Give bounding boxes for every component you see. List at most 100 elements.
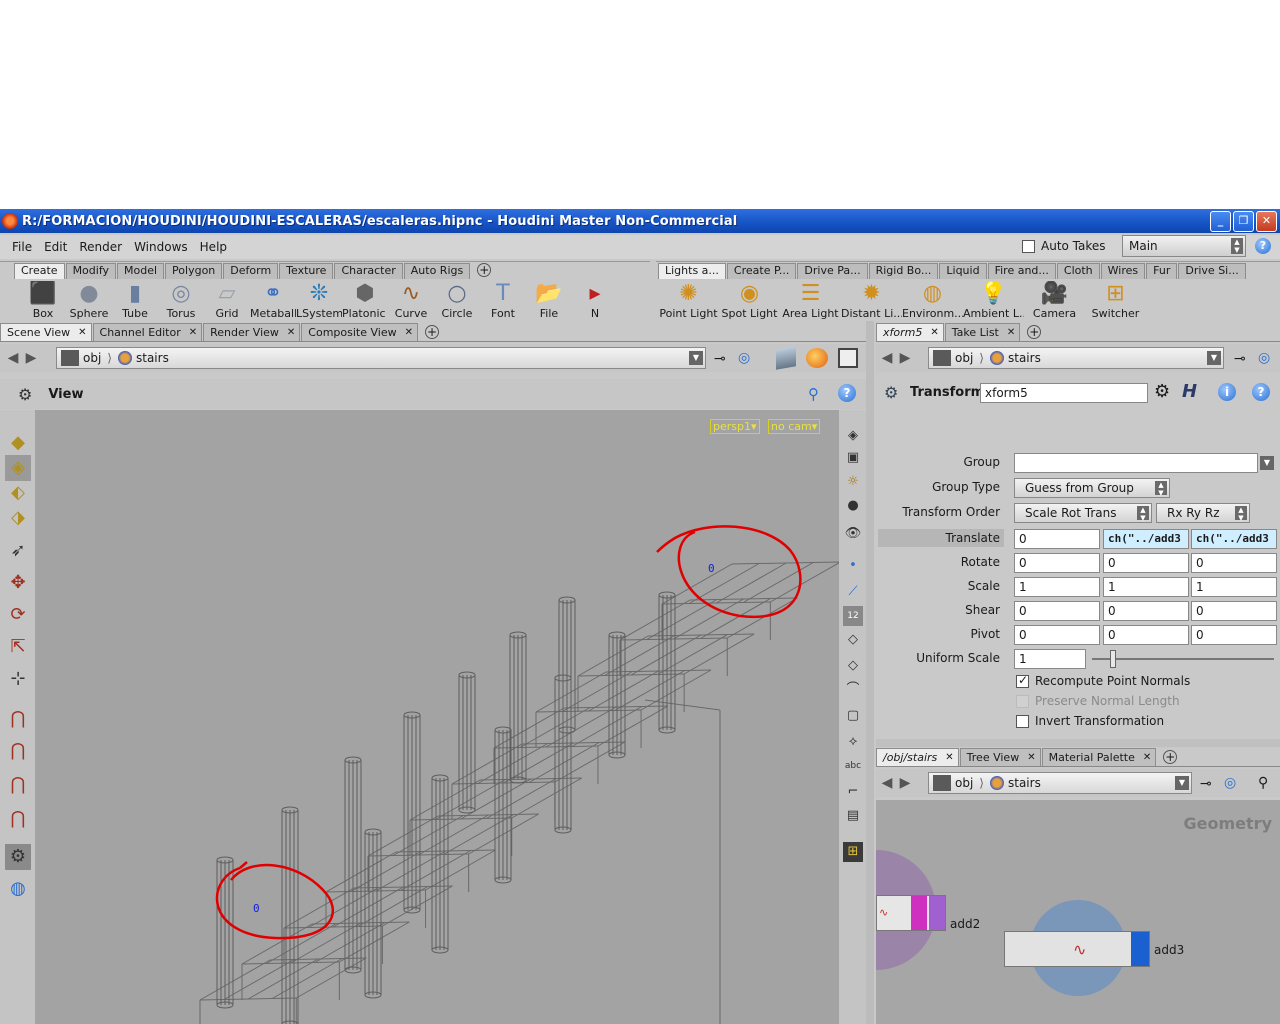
- shelf-tab-lights[interactable]: Lights a...: [658, 263, 726, 279]
- magnet-tool-icon[interactable]: ⋂: [5, 706, 31, 732]
- tab-take-list[interactable]: Take List ✕: [944, 323, 1021, 341]
- help-icon[interactable]: ?: [1255, 238, 1271, 254]
- viewport-canvas[interactable]: 0 0: [35, 410, 839, 1024]
- menu-file[interactable]: File: [6, 240, 38, 254]
- recompute-normals-checkbox[interactable]: [1016, 673, 1029, 688]
- shelf-tool-ambient-light[interactable]: 💡 Ambient L...: [963, 281, 1024, 321]
- light-view-icon[interactable]: ☼: [843, 472, 863, 492]
- take-select[interactable]: Main ▲ ▼: [1122, 235, 1246, 257]
- shelf-tab-wires[interactable]: Wires: [1100, 263, 1146, 279]
- magnet-move-icon[interactable]: ⋂: [5, 738, 31, 764]
- rotate-x-field[interactable]: 0: [1014, 553, 1100, 573]
- shelf-tab-auto-rigs[interactable]: Auto Rigs: [403, 263, 471, 279]
- group-type-select[interactable]: Guess from Group ▲ ▼: [1014, 478, 1170, 498]
- tab-material-palette[interactable]: Material Palette ✕: [1041, 748, 1157, 766]
- houdini-h-icon[interactable]: H: [1182, 381, 1197, 402]
- tab-composite-view[interactable]: Composite View ✕: [301, 323, 418, 341]
- back-arrow-icon[interactable]: ◀: [878, 350, 896, 366]
- close-tab-icon[interactable]: ✕: [930, 325, 938, 341]
- invert-transformation-checkbox[interactable]: [1016, 714, 1029, 728]
- network-path-field[interactable]: obj ⟩ stairs ▼: [928, 772, 1192, 794]
- help-icon[interactable]: ?: [1252, 383, 1270, 401]
- display-layers-icon[interactable]: ◈: [843, 426, 863, 446]
- shelf-tool-file[interactable]: 📂 File: [526, 281, 572, 321]
- rotate-z-field[interactable]: 0: [1191, 553, 1277, 573]
- link-icon[interactable]: ◎: [1258, 350, 1270, 366]
- shelf-tab-cloth[interactable]: Cloth: [1056, 263, 1100, 279]
- move-tool-icon[interactable]: ✥: [5, 570, 31, 596]
- path-crumb-stairs[interactable]: stairs: [114, 351, 173, 365]
- display-flag-icon[interactable]: [1131, 932, 1149, 966]
- shelf-tool-torus[interactable]: ◎ Torus: [158, 281, 204, 321]
- recompute-normals-toggle[interactable]: Recompute Point Normals: [1016, 673, 1190, 688]
- magnet-scale-icon[interactable]: ⋂: [5, 806, 31, 832]
- shelf-tab-texture[interactable]: Texture: [279, 263, 334, 279]
- select-points-icon[interactable]: ◈: [5, 455, 31, 481]
- add-shelf-tab-icon[interactable]: +: [477, 263, 492, 277]
- shelf-tool-area-light[interactable]: ☰ Area Light: [780, 281, 841, 321]
- node-name-field[interactable]: xform5: [980, 383, 1148, 403]
- shelf-tab-modify[interactable]: Modify: [65, 263, 117, 279]
- pivot-z-field[interactable]: 0: [1191, 625, 1277, 645]
- tab-network-obj-stairs[interactable]: /obj/stairs ✕: [876, 748, 959, 766]
- scale-z-field[interactable]: 1: [1191, 577, 1277, 597]
- shelf-tool-distant-light[interactable]: ✹ Distant Li...: [841, 281, 902, 321]
- link-icon[interactable]: ◎: [738, 350, 750, 366]
- menu-windows[interactable]: Windows: [128, 240, 194, 254]
- restore-button[interactable]: ❐: [1233, 211, 1254, 232]
- shear-y-field[interactable]: 0: [1103, 601, 1189, 621]
- transform-order-select[interactable]: Scale Rot Trans ▲ ▼: [1014, 503, 1152, 523]
- tab-xform5[interactable]: xform5 ✕: [876, 323, 944, 341]
- menu-render[interactable]: Render: [73, 240, 128, 254]
- scene-path-field[interactable]: obj ⟩ stairs ▼: [56, 347, 706, 369]
- link-icon[interactable]: ◎: [1224, 775, 1236, 791]
- tab-scene-view[interactable]: Scene View ✕: [0, 323, 92, 341]
- select-edges-icon[interactable]: ⬖: [5, 480, 31, 506]
- shelf-tab-rigid-bodies[interactable]: Rigid Bo...: [868, 263, 939, 279]
- shelf-tab-fire[interactable]: Fire and...: [987, 263, 1056, 279]
- display-flag-icon[interactable]: [911, 896, 927, 930]
- node-add2[interactable]: ∿: [876, 895, 946, 931]
- background-image-icon[interactable]: ▤: [843, 806, 863, 826]
- rotate-tool-icon[interactable]: ⟳: [5, 602, 31, 628]
- shear-z-field[interactable]: 0: [1191, 601, 1277, 621]
- shelf-tool-spot-light[interactable]: ◉ Spot Light: [719, 281, 780, 321]
- close-tab-icon[interactable]: ✕: [1027, 750, 1035, 766]
- menu-edit[interactable]: Edit: [38, 240, 73, 254]
- display-options-icon[interactable]: [776, 346, 796, 370]
- scene-viewport[interactable]: 0 0 persp1▾ no cam▾: [35, 410, 839, 1024]
- uniform-scale-field[interactable]: 1: [1014, 649, 1086, 669]
- close-tab-icon[interactable]: ✕: [287, 325, 295, 341]
- shelf-tool-circle[interactable]: ○ Circle: [434, 281, 480, 321]
- path-crumb-obj[interactable]: obj: [929, 775, 977, 791]
- curve-display-icon[interactable]: ⌒: [843, 680, 863, 700]
- forward-arrow-icon[interactable]: ▶: [896, 775, 914, 791]
- info-icon[interactable]: i: [1218, 383, 1236, 401]
- prim-numbers-icon[interactable]: ◇: [843, 656, 863, 676]
- close-tab-icon[interactable]: ✕: [78, 325, 86, 341]
- scale-x-field[interactable]: 1: [1014, 577, 1100, 597]
- invert-transformation-toggle[interactable]: Invert Transformation: [1016, 714, 1164, 728]
- path-crumb-stairs[interactable]: stairs: [986, 776, 1045, 790]
- shelf-tab-character[interactable]: Character: [334, 263, 403, 279]
- pivot-y-field[interactable]: 0: [1103, 625, 1189, 645]
- rotate-y-field[interactable]: 0: [1103, 553, 1189, 573]
- close-tab-icon[interactable]: ✕: [1143, 750, 1151, 766]
- magnet-rotate-icon[interactable]: ⋂: [5, 772, 31, 798]
- scale-tool-icon[interactable]: ⇱: [5, 634, 31, 660]
- pane-splitter-horizontal[interactable]: [876, 739, 1280, 747]
- shelf-tool-metaball[interactable]: ⚭ Metaball: [250, 281, 296, 321]
- shelf-tab-polygon[interactable]: Polygon: [165, 263, 223, 279]
- visibility-icon[interactable]: 👁: [843, 524, 863, 544]
- help-icon[interactable]: ?: [838, 384, 856, 402]
- select-mode-icon[interactable]: ◆: [5, 430, 31, 456]
- translate-y-field[interactable]: ch("../add3: [1103, 529, 1189, 549]
- pivot-x-field[interactable]: 0: [1014, 625, 1100, 645]
- shelf-tab-create[interactable]: Create: [14, 263, 65, 279]
- shelf-tool-lsystem[interactable]: ❊ LSystem: [296, 281, 342, 321]
- node-add3[interactable]: ∿: [1004, 931, 1150, 967]
- translate-z-field[interactable]: ch("../add3: [1191, 529, 1277, 549]
- shelf-tool-more[interactable]: ▸ N: [572, 281, 618, 321]
- chevron-down-icon[interactable]: ▼: [1207, 351, 1221, 365]
- title-bar[interactable]: R:/FORMACION/HOUDINI/HOUDINI-ESCALERAS/e…: [0, 209, 1280, 233]
